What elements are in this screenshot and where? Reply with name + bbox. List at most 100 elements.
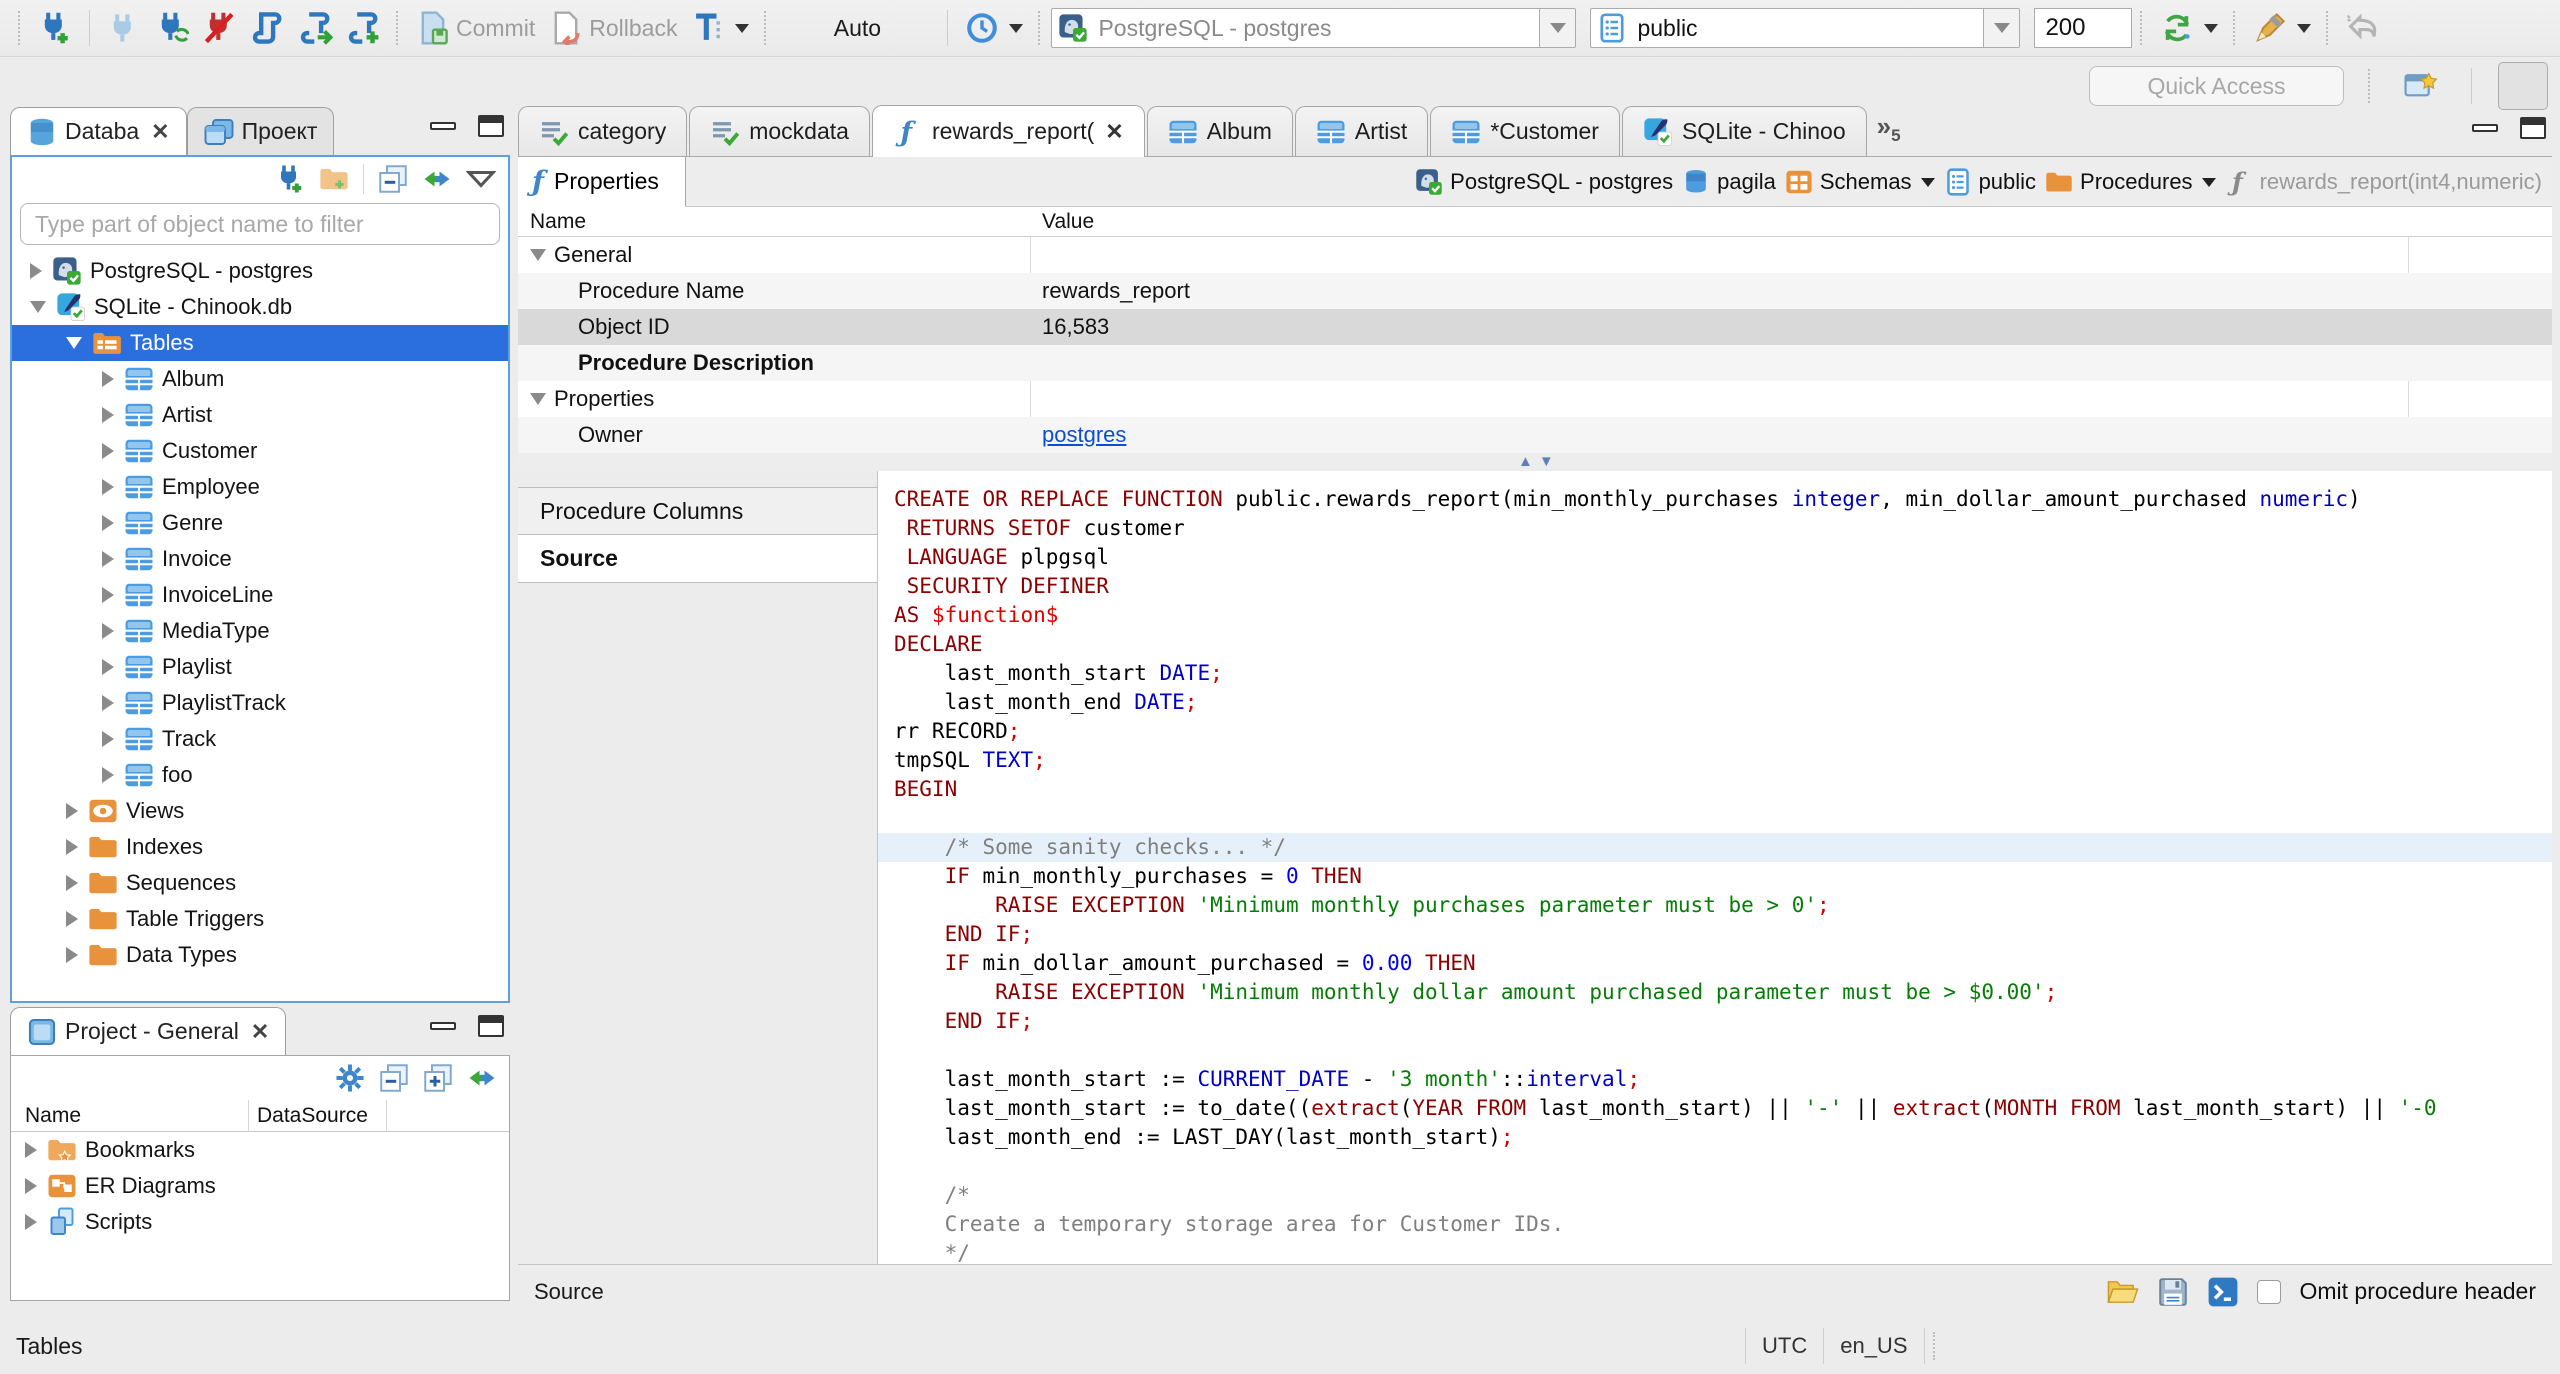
property-row-owner[interactable]: Owner postgres [518, 417, 2552, 453]
view-menu-icon[interactable] [466, 164, 496, 194]
collapse-all-icon[interactable] [378, 164, 408, 194]
maximize-editor-button[interactable] [2520, 117, 2546, 139]
collapse-arrow-icon[interactable] [530, 249, 546, 261]
expand-arrow-icon[interactable] [30, 263, 42, 279]
column-header-name[interactable]: Name [11, 1100, 249, 1131]
expand-arrow-icon[interactable] [66, 947, 78, 963]
expand-arrow-icon[interactable] [102, 659, 114, 675]
tree-item-genre[interactable]: Genre [12, 505, 508, 541]
status-locale[interactable]: en_US [1824, 1328, 1925, 1364]
editor-tab-sqlite-chinoo[interactable]: SQLite - Chinoo [1621, 106, 1867, 156]
close-view-icon[interactable]: ✕ [151, 119, 169, 145]
tree-item-postgresql-postgres[interactable]: PostgreSQL - postgres [12, 253, 508, 289]
tab-projects[interactable]: Проект [186, 107, 335, 155]
collapse-all-icon[interactable] [379, 1063, 409, 1093]
editor-tab-customer[interactable]: *Customer [1430, 106, 1620, 156]
maximize-view-button[interactable] [478, 1015, 504, 1037]
column-header-value[interactable]: Value [1030, 210, 1094, 234]
tree-item-track[interactable]: Track [12, 721, 508, 757]
tab-project-general[interactable]: Project - General ✕ [10, 1007, 287, 1055]
gear-icon[interactable] [335, 1063, 365, 1093]
expand-arrow-icon[interactable] [66, 839, 78, 855]
open-file-icon[interactable] [2107, 1276, 2140, 1308]
breadcrumb-postgresql-postgres[interactable]: PostgreSQL - postgres [1415, 168, 1673, 196]
sash-arrows[interactable]: ▲ ▼ [1518, 453, 1554, 471]
property-row-properties[interactable]: Properties [518, 381, 2552, 417]
breadcrumb-pagila[interactable]: pagila [1682, 168, 1776, 196]
editor-tab-mockdata[interactable]: mockdata [689, 106, 870, 156]
magic-wand-button[interactable] [2246, 7, 2318, 49]
expand-arrow-icon[interactable] [25, 1142, 37, 1158]
object-filter-input[interactable] [20, 203, 500, 245]
back-button[interactable] [2339, 7, 2387, 49]
schema-combo-dropdown[interactable] [1983, 9, 2020, 47]
rollback-button[interactable]: Rollback [542, 7, 684, 49]
disconnect-button[interactable] [196, 7, 244, 49]
breadcrumb-public[interactable]: public [1944, 168, 2036, 196]
expand-arrow-icon[interactable] [102, 587, 114, 603]
open-perspective-button[interactable] [2397, 65, 2445, 107]
commit-mode-button[interactable]: Auto [777, 15, 937, 42]
active-connection-combo[interactable]: PostgreSQL - postgres [1051, 8, 1577, 48]
expand-arrow-icon[interactable] [25, 1214, 37, 1230]
expand-arrow-icon[interactable] [102, 407, 114, 423]
expand-arrow-icon[interactable] [102, 515, 114, 531]
editor-tab-rewards-report[interactable]: ƒ rewards_report(✕ [871, 105, 1145, 157]
project-item-er-diagrams[interactable]: ER Diagrams [11, 1168, 509, 1204]
dropdown-caret-icon[interactable] [1920, 177, 1935, 187]
fetch-size-input[interactable] [2034, 8, 2133, 48]
omit-procedure-header-checkbox[interactable] [2257, 1279, 2282, 1304]
close-tab-icon[interactable]: ✕ [1105, 119, 1123, 145]
close-view-icon[interactable]: ✕ [251, 1019, 269, 1045]
tree-item-artist[interactable]: Artist [12, 397, 508, 433]
new-connection-small-icon[interactable] [275, 164, 305, 194]
project-item-bookmarks[interactable]: Bookmarks [11, 1132, 509, 1168]
dbeaver-perspective-button[interactable] [2498, 62, 2548, 110]
expand-arrow-icon[interactable] [66, 803, 78, 819]
expand-arrow-icon[interactable] [102, 695, 114, 711]
expand-arrow-icon[interactable] [102, 479, 114, 495]
breadcrumb-rewards-report-int4-numeric[interactable]: ƒ rewards_report(int4,numeric) [2225, 168, 2542, 196]
collapse-arrow-icon[interactable] [30, 301, 46, 313]
commit-button[interactable]: Commit [409, 7, 542, 49]
editor-tab-album[interactable]: Album [1146, 106, 1293, 156]
property-row-general[interactable]: General [518, 237, 2552, 273]
expand-arrow-icon[interactable] [25, 1178, 37, 1194]
property-value-link[interactable]: postgres [1042, 422, 1126, 448]
splitter-sash[interactable]: ▲ ▼ [518, 453, 2552, 471]
tree-item-indexes[interactable]: Indexes [12, 829, 508, 865]
dropdown-caret-icon[interactable] [2201, 177, 2216, 187]
tab-database-navigator[interactable]: Databa ✕ [10, 107, 187, 155]
expand-arrow-icon[interactable] [102, 551, 114, 567]
tree-item-sequences[interactable]: Sequences [12, 865, 508, 901]
expand-arrow-icon[interactable] [66, 911, 78, 927]
connect-button[interactable] [100, 7, 148, 49]
reconnect-button[interactable] [148, 7, 196, 49]
transaction-history-button[interactable] [958, 7, 1030, 49]
tree-item-mediatype[interactable]: MediaType [12, 613, 508, 649]
minimize-editor-button[interactable] [2472, 124, 2498, 132]
active-schema-combo[interactable]: public [1590, 8, 2021, 48]
link-with-editor-icon[interactable] [467, 1063, 497, 1093]
tree-item-data-types[interactable]: Data Types [12, 937, 508, 973]
new-folder-icon[interactable] [319, 164, 349, 194]
expand-arrow-icon[interactable] [102, 443, 114, 459]
tree-item-employee[interactable]: Employee [12, 469, 508, 505]
new-sql-editor-button[interactable] [340, 7, 388, 49]
tree-item-tables[interactable]: Tables [12, 325, 508, 361]
minimize-view-button[interactable] [430, 1022, 456, 1030]
column-header-datasource[interactable]: DataSource [249, 1100, 387, 1131]
editor-page-tab-source[interactable]: ‹›TSource [518, 535, 877, 583]
tree-item-invoice[interactable]: Invoice [12, 541, 508, 577]
expand-arrow-icon[interactable] [102, 623, 114, 639]
quick-access-input[interactable] [2089, 66, 2344, 106]
collapse-arrow-icon[interactable] [530, 393, 546, 405]
editor-tab-category[interactable]: category [518, 106, 688, 156]
transaction-log-button[interactable] [684, 7, 756, 49]
expand-all-icon[interactable] [423, 1063, 453, 1093]
tree-item-invoiceline[interactable]: InvoiceLine [12, 577, 508, 613]
status-timezone[interactable]: UTC [1745, 1328, 1825, 1364]
breadcrumb-schemas[interactable]: Schemas [1785, 168, 1935, 196]
tab-overflow-chevron[interactable]: »5 [1877, 111, 1901, 146]
connection-combo-dropdown[interactable] [1539, 9, 1576, 47]
